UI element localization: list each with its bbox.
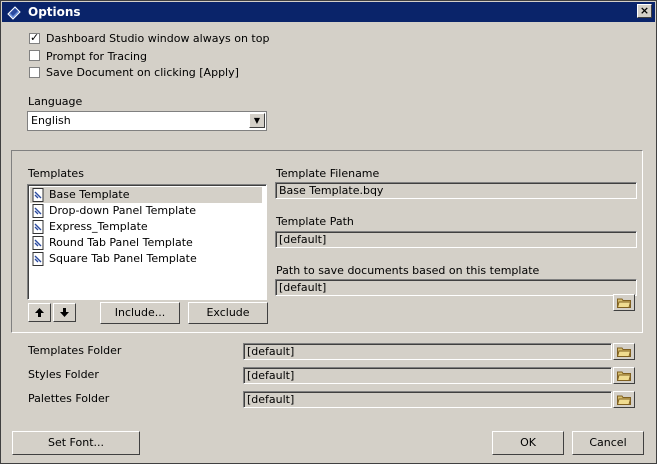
language-select[interactable]: English ▼: [27, 111, 267, 131]
set-font-label: Set Font...: [48, 436, 104, 449]
close-icon: ×: [639, 4, 650, 17]
template-name: Round Tab Panel Template: [49, 236, 193, 249]
save-on-apply-checkbox[interactable]: [29, 67, 40, 78]
list-item[interactable]: Square Tab Panel Template: [30, 251, 262, 267]
styles-folder-label: Styles Folder: [28, 368, 99, 381]
template-filename-value: Base Template.bqy: [279, 184, 384, 197]
template-doc-icon: [32, 252, 44, 266]
options-app-icon: [7, 6, 21, 20]
template-doc-icon: [32, 188, 44, 202]
cancel-button[interactable]: Cancel: [572, 431, 644, 455]
folder-icon: [617, 347, 631, 357]
list-item[interactable]: Drop-down Panel Template: [30, 203, 262, 219]
arrow-up-icon: [35, 308, 44, 317]
palettes-folder-label: Palettes Folder: [28, 392, 110, 405]
template-name: Drop-down Panel Template: [49, 204, 196, 217]
ok-button[interactable]: OK: [492, 431, 564, 455]
always-on-top-label: Dashboard Studio window always on top: [46, 32, 270, 45]
arrow-down-icon: [60, 308, 69, 317]
template-filename-field[interactable]: Base Template.bqy: [275, 182, 637, 199]
palettes-folder-value: [default]: [247, 393, 295, 406]
template-doc-icon: [32, 204, 44, 218]
template-name: Express_Template: [49, 220, 148, 233]
styles-folder-browse-button[interactable]: [613, 367, 635, 384]
save-path-field[interactable]: [default]: [275, 279, 637, 296]
save-on-apply-label: Save Document on clicking [Apply]: [46, 66, 239, 79]
include-button[interactable]: Include...: [100, 302, 180, 324]
template-name: Base Template: [49, 188, 130, 201]
templates-folder-field[interactable]: [default]: [243, 343, 612, 360]
palettes-folder-browse-button[interactable]: [613, 391, 635, 408]
template-path-label: Template Path: [276, 215, 354, 228]
language-label: Language: [28, 95, 83, 108]
always-on-top-checkbox[interactable]: ✓: [29, 31, 40, 44]
options-dialog: Options × ✓ Dashboard Studio window alwa…: [0, 0, 657, 464]
save-path-value: [default]: [279, 281, 327, 294]
folder-icon: [617, 395, 631, 405]
template-path-field[interactable]: [default]: [275, 231, 637, 248]
save-path-label: Path to save documents based on this tem…: [276, 264, 540, 277]
template-doc-icon: [32, 220, 44, 234]
title-bar: Options ×: [2, 2, 655, 22]
exclude-label: Exclude: [206, 306, 250, 319]
list-item[interactable]: Express_Template: [30, 219, 262, 235]
list-item[interactable]: Round Tab Panel Template: [30, 235, 262, 251]
close-button[interactable]: ×: [637, 4, 652, 18]
prompt-tracing-label: Prompt for Tracing: [46, 50, 148, 63]
move-down-button[interactable]: [53, 303, 76, 322]
include-label: Include...: [114, 306, 166, 319]
template-filename-label: Template Filename: [276, 167, 380, 180]
ok-label: OK: [520, 436, 536, 449]
folder-icon: [617, 371, 631, 381]
styles-folder-value: [default]: [247, 369, 295, 382]
templates-folder-value: [default]: [247, 345, 295, 358]
move-up-button[interactable]: [28, 303, 51, 322]
language-value: English: [31, 114, 71, 127]
dropdown-arrow-icon[interactable]: ▼: [249, 113, 265, 128]
list-item[interactable]: Base Template: [30, 187, 262, 203]
folder-icon: [617, 298, 631, 308]
template-name: Square Tab Panel Template: [49, 252, 197, 265]
window-title: Options: [28, 5, 81, 19]
templates-list[interactable]: Base Template Drop-down Panel Template E…: [27, 184, 267, 300]
templates-folder-label: Templates Folder: [28, 344, 122, 357]
exclude-button[interactable]: Exclude: [188, 302, 268, 324]
prompt-tracing-checkbox[interactable]: [29, 50, 40, 61]
template-path-value: [default]: [279, 233, 327, 246]
palettes-folder-field[interactable]: [default]: [243, 391, 612, 408]
save-path-browse-button[interactable]: [613, 294, 635, 311]
check-icon: ✓: [30, 31, 40, 44]
styles-folder-field[interactable]: [default]: [243, 367, 612, 384]
set-font-button[interactable]: Set Font...: [12, 431, 140, 455]
templates-folder-browse-button[interactable]: [613, 343, 635, 360]
cancel-label: Cancel: [589, 436, 627, 449]
template-doc-icon: [32, 236, 44, 250]
templates-label: Templates: [28, 167, 84, 180]
